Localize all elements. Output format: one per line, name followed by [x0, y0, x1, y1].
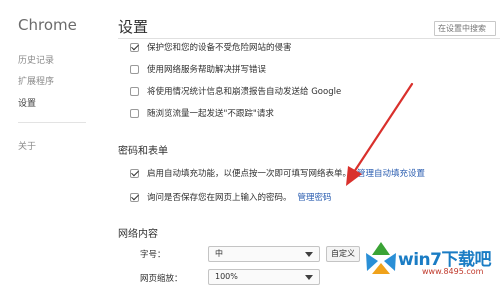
privacy-option-row[interactable]: 使用网络服务帮助解决拼写错误 — [130, 62, 266, 76]
section-title-passwords: 密码和表单 — [118, 146, 168, 157]
watermark-url: www.8495.com — [422, 267, 484, 276]
page-title: 设置 — [118, 18, 149, 36]
autofill-option-row[interactable]: 启用自动填充功能，以便点按一次即可填写网络表单。 管理自动填充设置 — [130, 166, 425, 180]
page-zoom-select[interactable]: 100% — [208, 269, 320, 285]
section-title-web-content: 网络内容 — [118, 229, 158, 240]
sidebar: Chrome 历史记录 扩展程序 设置 关于 — [0, 0, 104, 287]
sidebar-item-about[interactable]: 关于 — [18, 139, 36, 152]
customize-fonts-button[interactable]: 自定义字体... — [326, 246, 360, 262]
privacy-option-label: 将使用情况统计信息和崩溃报告自动发送给 Google — [147, 87, 342, 97]
sidebar-item-settings[interactable]: 设置 — [18, 96, 36, 109]
autofill-checkbox[interactable] — [130, 168, 139, 178]
header-divider — [118, 38, 500, 39]
privacy-option-row[interactable]: 将使用情况统计信息和崩溃报告自动发送给 Google — [130, 84, 341, 98]
settings-search-input[interactable] — [434, 21, 496, 36]
privacy-option-label: 使用网络服务帮助解决拼写错误 — [147, 65, 267, 75]
page-zoom-value: 100% — [215, 272, 238, 281]
watermark-logo-icon — [366, 242, 396, 274]
save-passwords-checkbox[interactable] — [130, 192, 139, 202]
sidebar-item-history[interactable]: 历史记录 — [18, 53, 54, 66]
page-zoom-label: 网页缩放： — [140, 274, 183, 284]
sidebar-brand: Chrome — [18, 16, 77, 34]
chevron-down-icon — [305, 252, 313, 257]
checkbox[interactable] — [130, 86, 139, 96]
autofill-label: 启用自动填充功能，以便点按一次即可填写网络表单。 — [147, 169, 352, 179]
font-size-value: 中 — [215, 249, 223, 258]
checkbox[interactable] — [130, 64, 139, 74]
manage-passwords-link[interactable]: 管理密码 — [298, 191, 332, 203]
checkbox[interactable] — [130, 42, 139, 52]
font-size-select[interactable]: 中 — [208, 246, 320, 262]
privacy-option-row[interactable]: 保护您和您的设备不受危险网站的侵害 — [130, 40, 292, 54]
save-passwords-option-row[interactable]: 询问是否保存您在网页上输入的密码。 管理密码 — [130, 190, 332, 204]
privacy-option-label: 随浏览流量一起发送"不跟踪"请求 — [147, 109, 274, 119]
checkbox[interactable] — [130, 108, 139, 118]
privacy-option-row[interactable]: 随浏览流量一起发送"不跟踪"请求 — [130, 106, 274, 120]
font-size-label: 字号： — [140, 250, 166, 260]
sidebar-divider — [18, 122, 86, 123]
watermark: win7下载吧 www.8495.com — [364, 241, 496, 281]
sidebar-item-extensions[interactable]: 扩展程序 — [18, 74, 54, 87]
manage-autofill-link[interactable]: 管理自动填充设置 — [357, 167, 425, 179]
save-passwords-label: 询问是否保存您在网页上输入的密码。 — [147, 193, 292, 203]
chevron-down-icon — [305, 275, 313, 280]
privacy-option-label: 保护您和您的设备不受危险网站的侵害 — [147, 43, 292, 53]
